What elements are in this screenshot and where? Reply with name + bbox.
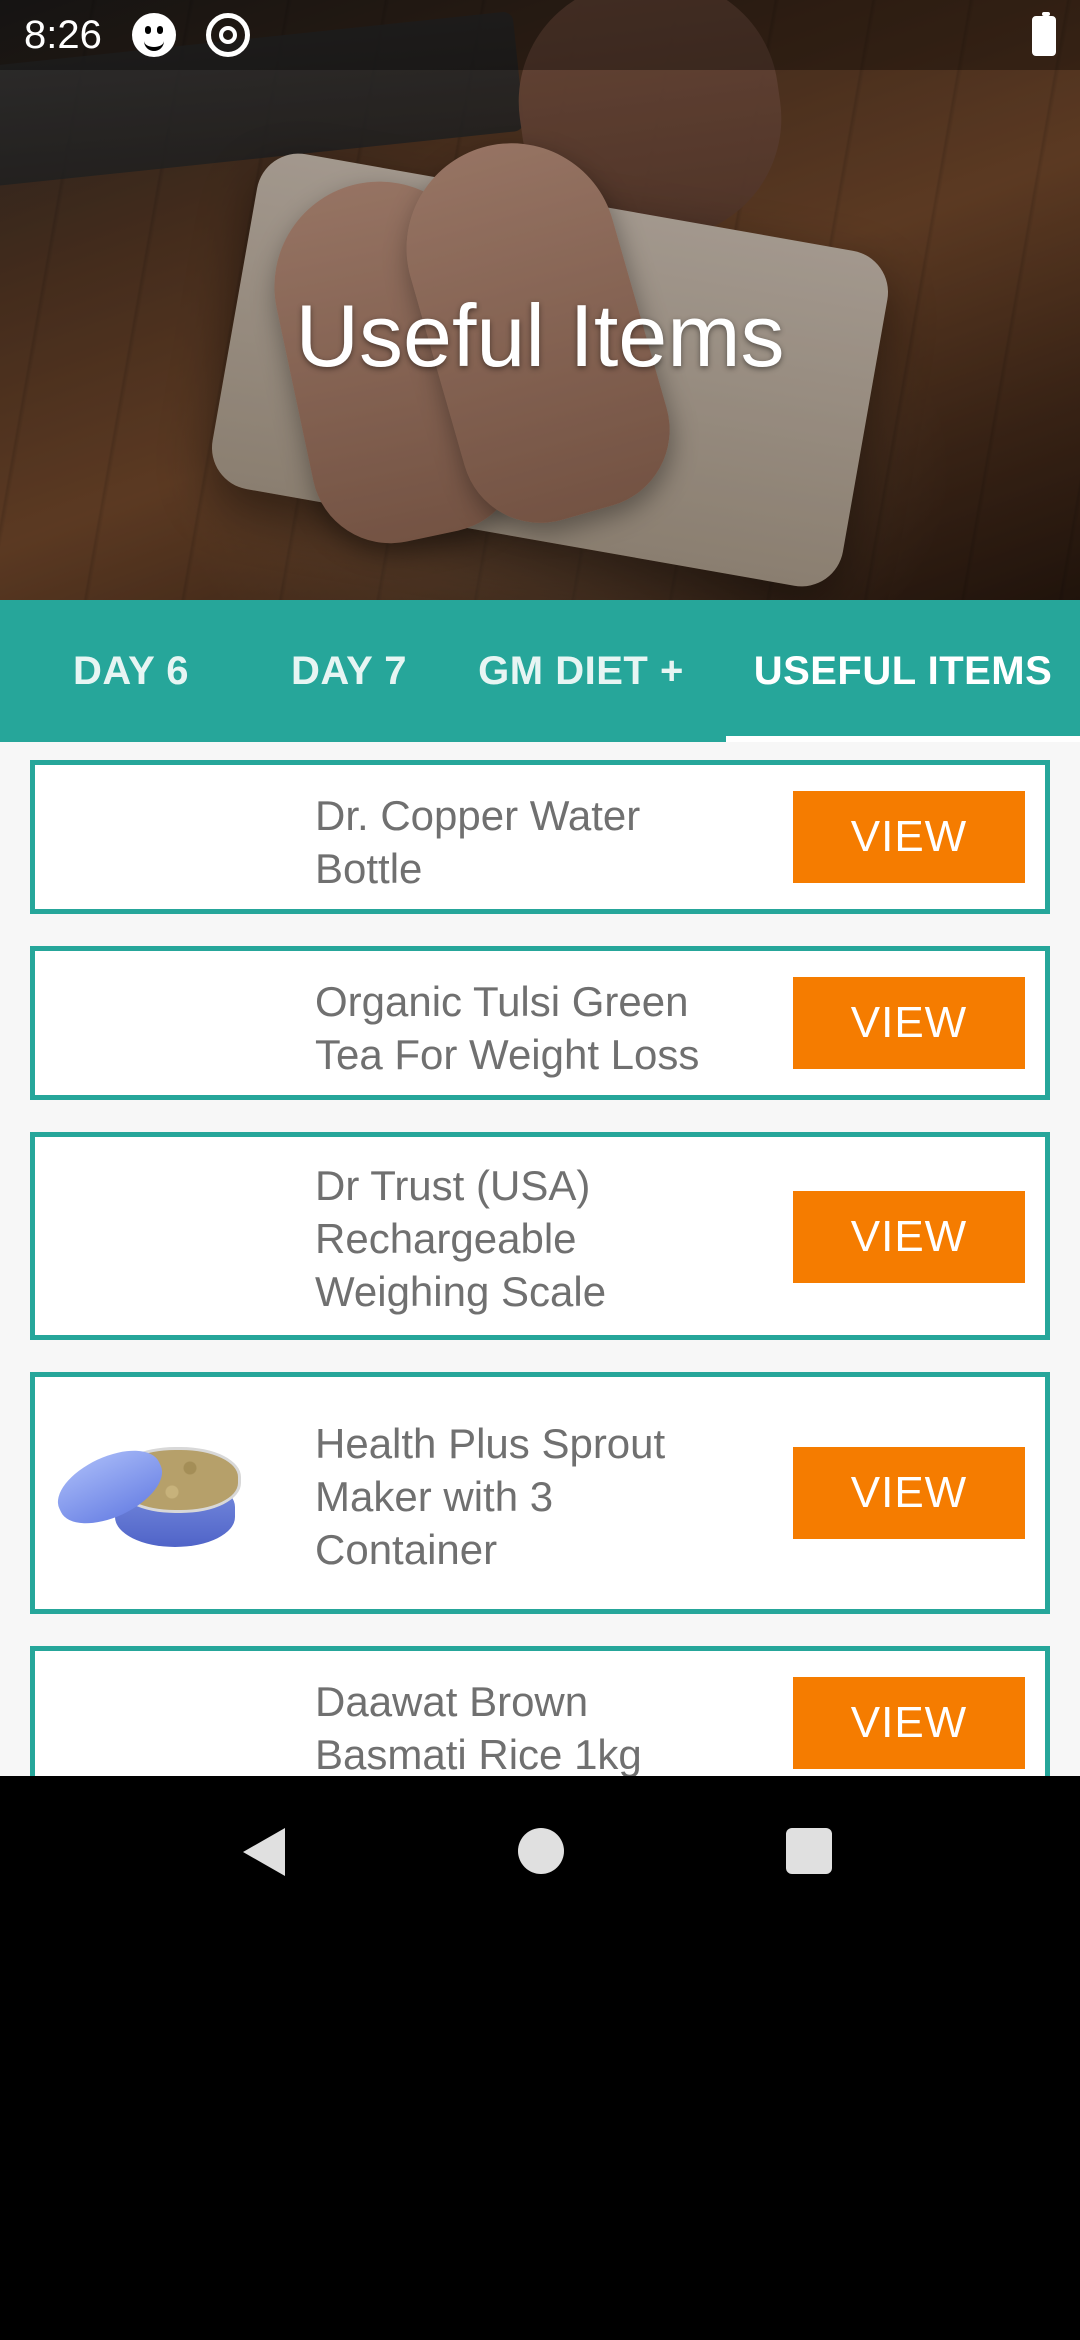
header-banner: 1103 Useful Items 8:26 [0,0,1080,600]
status-time: 8:26 [24,12,102,57]
list-item: Organic Tulsi Green Tea For Weight Loss … [30,946,1050,1100]
smiley-icon [131,13,176,57]
list-item: Daawat Brown Basmati Rice 1kg VIEW [30,1646,1050,1776]
data-saver-icon [205,13,250,57]
page-title: Useful Items [295,286,785,385]
item-title: Health Plus Sprout Maker with 3 Containe… [315,1420,666,1573]
item-title: Organic Tulsi Green Tea For Weight Loss [315,978,700,1078]
home-icon[interactable] [518,1828,564,1874]
list-item: Health Plus Sprout Maker with 3 Containe… [30,1372,1050,1614]
view-button[interactable]: VIEW [793,1677,1025,1769]
sprout-maker-image [47,1436,285,1557]
view-button[interactable]: VIEW [793,1447,1025,1539]
item-image [55,1177,285,1297]
tab-day-6[interactable]: DAY 6 [0,600,262,742]
tab-useful-items[interactable]: USEFUL ITEMS [726,600,1080,742]
status-bar: 8:26 [0,0,1080,70]
back-icon[interactable] [243,1828,285,1876]
item-title: Dr Trust (USA) Rechargeable Weighing Sca… [315,1162,607,1315]
item-image [55,1669,285,1776]
tab-bar: DAY 6 DAY 7 GM DIET + USEFUL ITEMS [0,600,1080,742]
item-title: Daawat Brown Basmati Rice 1kg [315,1678,642,1776]
view-button[interactable]: VIEW [793,977,1025,1069]
battery-charging-icon [1032,12,1056,56]
view-button[interactable]: VIEW [793,1191,1025,1283]
list-item: Dr. Copper Water Bottle VIEW [30,760,1050,914]
item-image [55,965,285,1085]
navigation-bar [0,1776,1080,1916]
tab-gm-diet-plus[interactable]: GM DIET + [436,600,726,742]
recents-icon[interactable] [786,1828,832,1874]
item-image [55,779,285,899]
list-item: Dr Trust (USA) Rechargeable Weighing Sca… [30,1132,1050,1340]
useful-items-list[interactable]: Dr. Copper Water Bottle VIEW Organic Tul… [0,742,1080,1776]
item-title: Dr. Copper Water Bottle [315,792,641,892]
view-button[interactable]: VIEW [793,791,1025,883]
tab-day-7[interactable]: DAY 7 [262,600,436,742]
